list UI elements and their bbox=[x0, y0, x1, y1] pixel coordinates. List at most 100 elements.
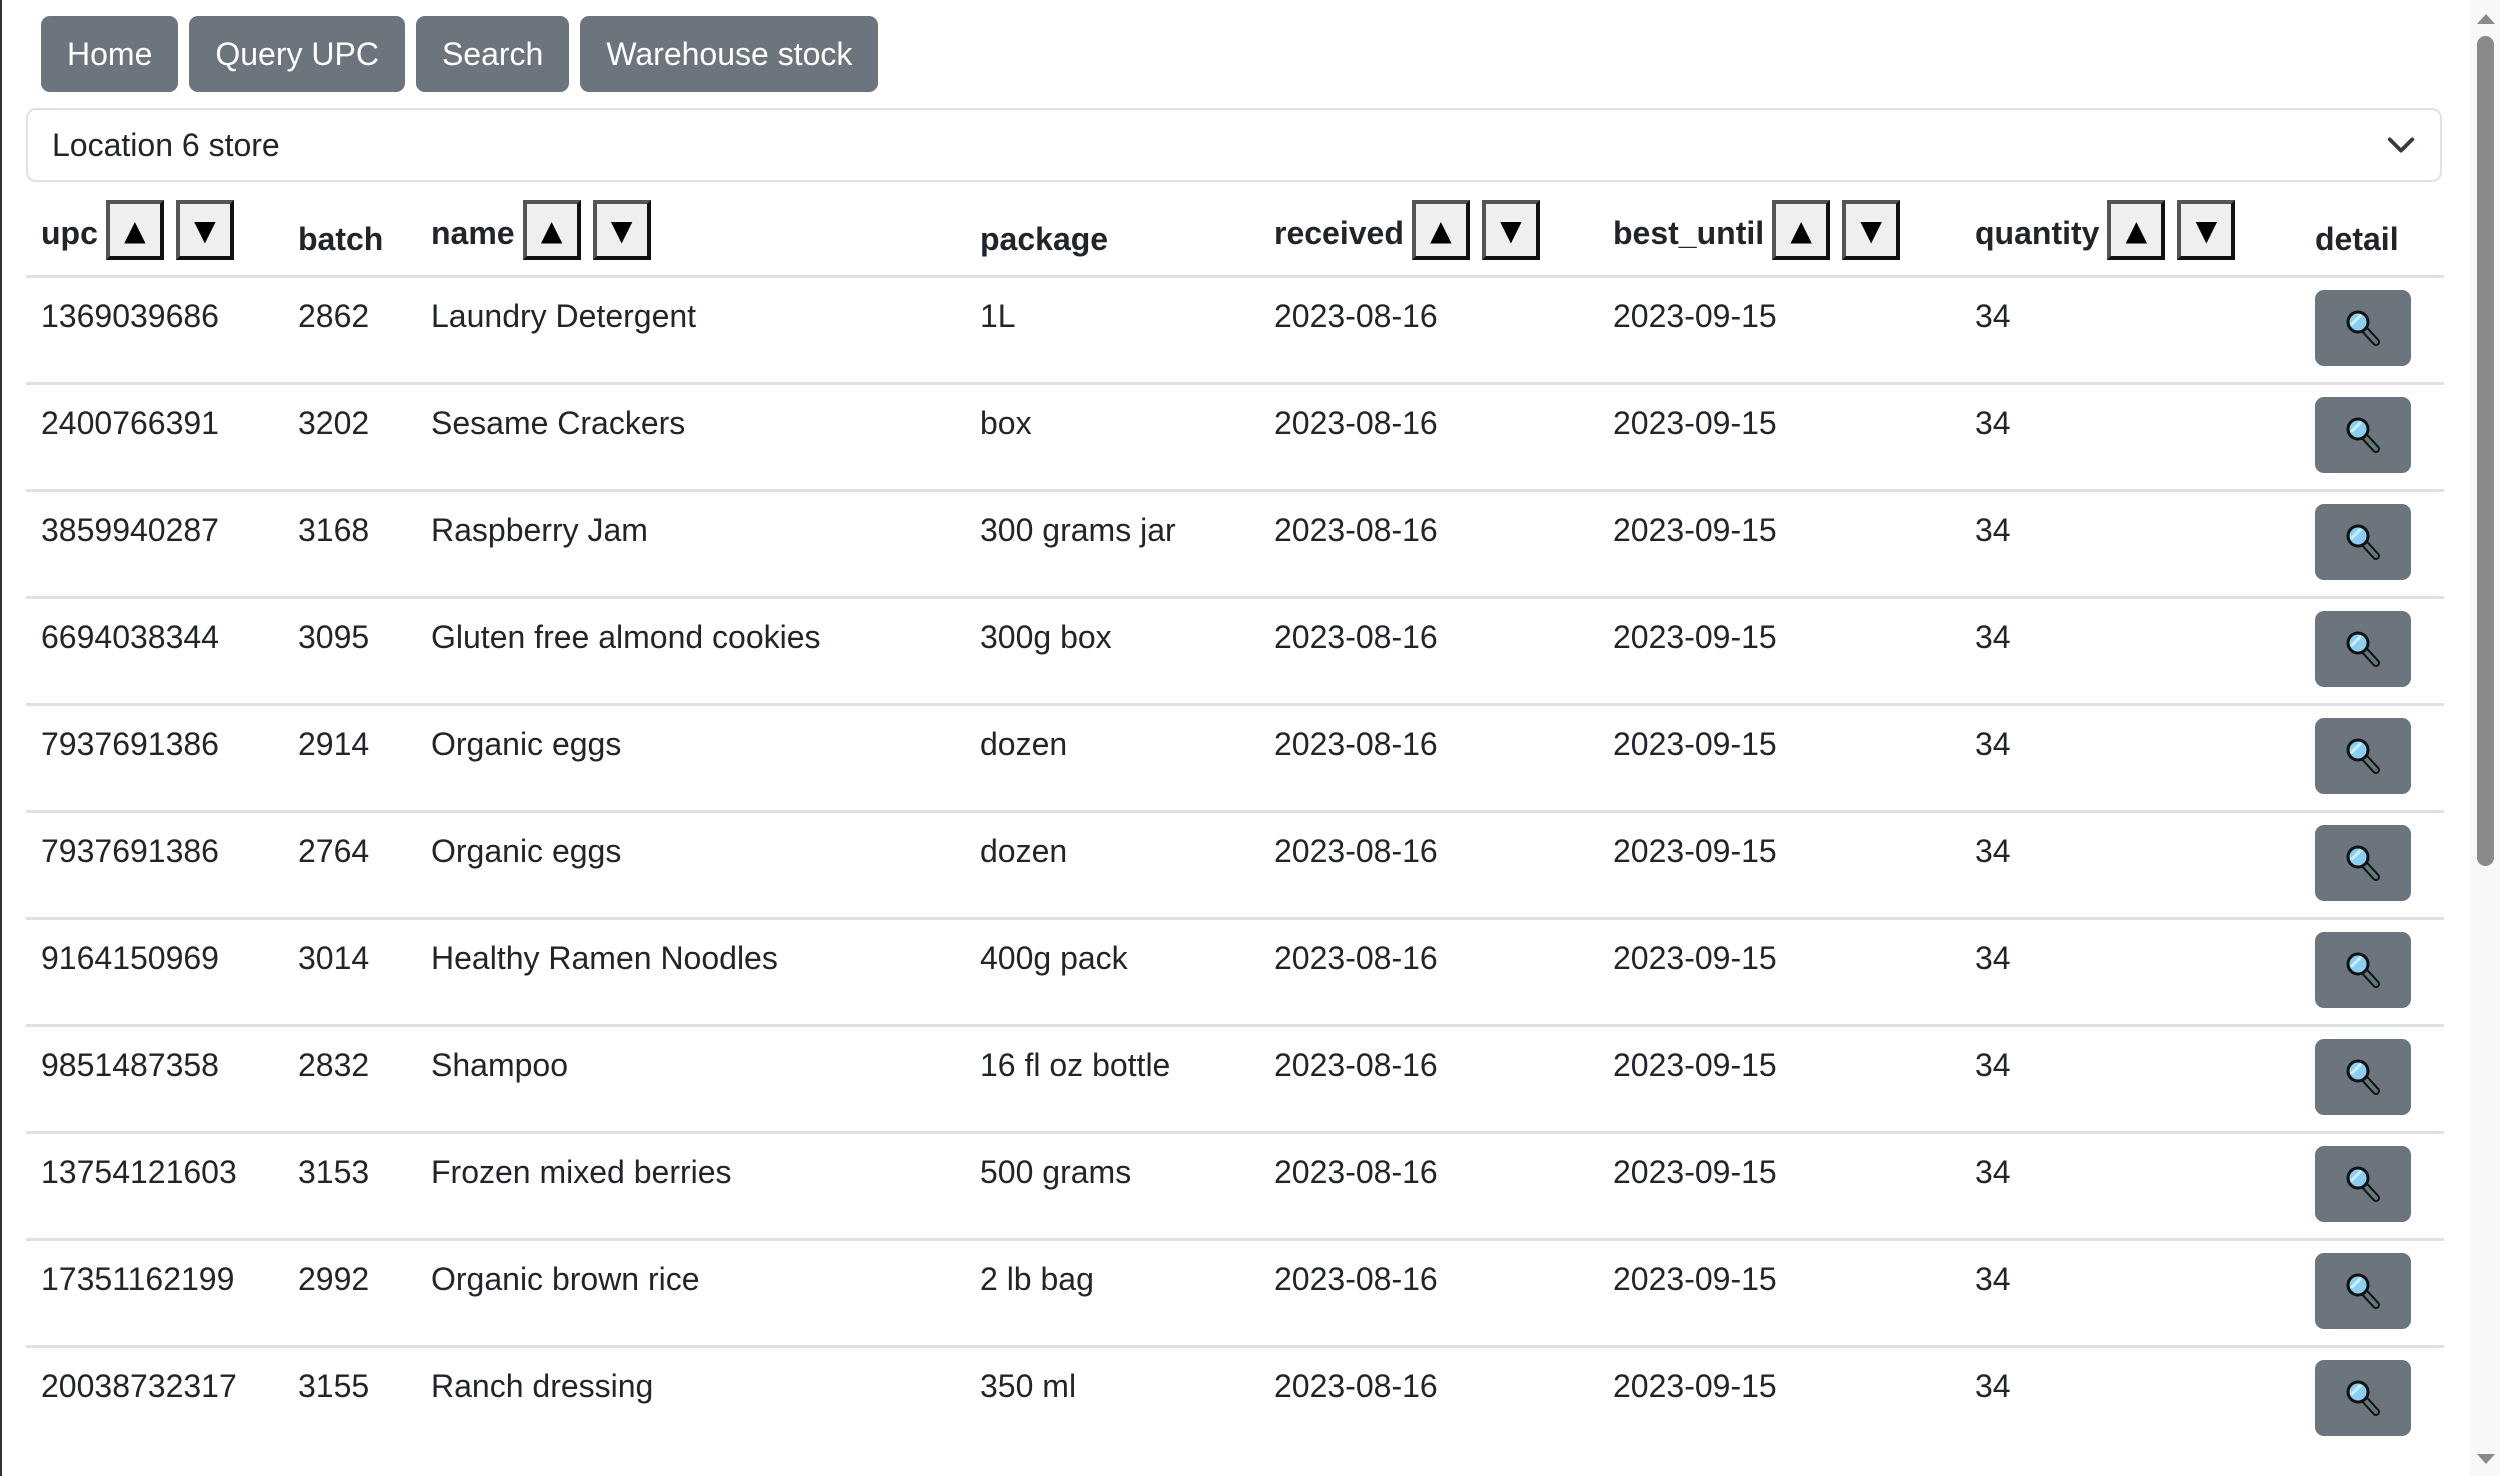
cell-detail bbox=[2300, 1025, 2444, 1134]
cell-name: Organic eggs bbox=[416, 704, 965, 813]
cell-upc: 6694038344 bbox=[26, 597, 283, 706]
magnifying-glass-icon bbox=[2346, 1059, 2380, 1095]
location-select[interactable]: Location 6 store bbox=[26, 108, 2442, 182]
view-detail-button[interactable] bbox=[2315, 1146, 2411, 1222]
window-edge bbox=[0, 0, 2, 1476]
table-row: 9164150969 3014 Healthy Ramen Noodles 400g … bbox=[26, 918, 2444, 1027]
view-detail-button[interactable] bbox=[2315, 718, 2411, 794]
table-row: 3859940287 3168 Raspberry Jam 300 grams jar… bbox=[26, 490, 2444, 599]
table-row: 7937691386 2914 Organic eggs dozen 2023-08-1… bbox=[26, 704, 2444, 813]
cell-name: Shampoo bbox=[416, 1025, 965, 1134]
magnifying-glass-icon bbox=[2346, 1273, 2380, 1309]
magnifying-glass-icon bbox=[2346, 310, 2380, 346]
cell-received: 2023-08-16 bbox=[1259, 1025, 1598, 1134]
column-label: detail bbox=[2315, 220, 2399, 257]
table-row: 7937691386 2764 Organic eggs dozen 2023-08-1… bbox=[26, 811, 2444, 920]
cell-batch: 2862 bbox=[283, 276, 416, 385]
view-detail-button[interactable] bbox=[2315, 825, 2411, 901]
cell-package: 350 ml bbox=[980, 1368, 1077, 1404]
sort-ascending-button[interactable]: ▲ bbox=[105, 200, 164, 260]
cell-batch: 3202 bbox=[283, 383, 416, 492]
search-button[interactable]: Search bbox=[415, 16, 570, 92]
cell-received: 2023-08-16 bbox=[1259, 704, 1598, 813]
vertical-scrollbar[interactable] bbox=[2470, 0, 2500, 1476]
sort-descending-button[interactable]: ▼ bbox=[175, 200, 234, 260]
table-body: 1369039686 2862 Laundry Detergent 1L 2023-08… bbox=[26, 276, 2444, 1454]
sort-ascending-button[interactable]: ▲ bbox=[1411, 200, 1470, 260]
table-row: 1369039686 2862 Laundry Detergent 1L 2023-08… bbox=[26, 276, 2444, 385]
table-row: 13754121603 3153 Frozen mixed berries 500 g… bbox=[26, 1132, 2444, 1241]
column-label: name bbox=[431, 214, 515, 251]
magnifying-glass-icon bbox=[2346, 631, 2380, 667]
query-upc-button[interactable]: Query UPC bbox=[189, 16, 405, 92]
cell-detail bbox=[2300, 490, 2444, 599]
cell-name: Organic eggs bbox=[416, 811, 965, 920]
cell-package: 300 grams jar bbox=[965, 490, 1259, 599]
table-row: 2400766391 3202 Sesame Crackers box 2023-08-… bbox=[26, 383, 2444, 492]
view-detail-button[interactable] bbox=[2315, 1360, 2411, 1436]
scroll-thumb[interactable] bbox=[2477, 36, 2494, 866]
sort-descending-button[interactable]: ▼ bbox=[1481, 200, 1540, 260]
cell-received: 2023-08-16 bbox=[1259, 1132, 1598, 1241]
sort-descending-button[interactable]: ▼ bbox=[592, 200, 651, 260]
column-label: upc bbox=[41, 214, 98, 251]
cell-quantity: 34 bbox=[1960, 383, 2300, 492]
cell-received: 2023-08-16 bbox=[1259, 811, 1598, 920]
cell-detail bbox=[2300, 704, 2444, 813]
cell-name: Frozen mixed berries bbox=[416, 1132, 965, 1241]
cell-batch: 2914 bbox=[283, 704, 416, 813]
magnifying-glass-icon bbox=[2346, 952, 2380, 988]
view-detail-button[interactable] bbox=[2315, 504, 2411, 580]
cell-best-until: 2023-09-15 bbox=[1598, 918, 1960, 1027]
table-row: 17351162199 2992 Organic brown rice 2 lb ba… bbox=[26, 1239, 2444, 1348]
home-button[interactable]: Home bbox=[41, 16, 179, 92]
cell-upc: 7937691386 bbox=[26, 811, 283, 920]
view-detail-button[interactable] bbox=[2315, 1039, 2411, 1115]
cell-batch: 3095 bbox=[283, 597, 416, 706]
cell-batch: 3014 bbox=[283, 918, 416, 1027]
cell-quantity: 34 bbox=[1960, 1132, 2300, 1241]
magnifying-glass-icon bbox=[2346, 417, 2380, 453]
sort-ascending-button[interactable]: ▲ bbox=[2107, 200, 2166, 260]
cell-detail bbox=[2300, 276, 2444, 385]
cell-name: Raspberry Jam bbox=[416, 490, 965, 599]
view-detail-button[interactable] bbox=[2315, 397, 2411, 473]
view-detail-button[interactable] bbox=[2315, 932, 2411, 1008]
cell-upc: 9164150969 bbox=[26, 918, 283, 1027]
cell-quantity: 34 bbox=[1960, 704, 2300, 813]
cell-detail bbox=[2300, 918, 2444, 1027]
sort-ascending-button[interactable]: ▲ bbox=[1772, 200, 1831, 260]
cell-best-until: 2023-09-15 bbox=[1598, 704, 1960, 813]
scroll-up-arrow-icon[interactable] bbox=[2477, 14, 2495, 24]
cell-upc: 7937691386 bbox=[26, 704, 283, 813]
cell-quantity: 34 bbox=[1960, 918, 2300, 1027]
cell-quantity: 34 bbox=[1960, 490, 2300, 599]
cell-name: Laundry Detergent bbox=[416, 276, 965, 385]
sort-descending-button[interactable]: ▼ bbox=[1842, 200, 1901, 260]
cell-best-until: 2023-09-15 bbox=[1598, 811, 1960, 920]
cell-quantity: 34 bbox=[1975, 1368, 2011, 1404]
cell-quantity: 34 bbox=[1960, 1025, 2300, 1134]
cell-detail bbox=[2300, 811, 2444, 920]
sort-ascending-button[interactable]: ▲ bbox=[522, 200, 581, 260]
cell-package: dozen bbox=[965, 704, 1259, 813]
scroll-down-arrow-icon[interactable] bbox=[2477, 1454, 2495, 1464]
cell-received: 2023-08-16 bbox=[1259, 490, 1598, 599]
magnifying-glass-icon bbox=[2346, 1380, 2380, 1416]
warehouse-stock-button[interactable]: Warehouse stock bbox=[580, 16, 879, 92]
cell-detail bbox=[2300, 383, 2444, 492]
cell-upc: 13754121603 bbox=[26, 1132, 283, 1241]
view-detail-button[interactable] bbox=[2315, 611, 2411, 687]
top-nav: Home Query UPC Search Warehouse stock bbox=[41, 16, 879, 92]
magnifying-glass-icon bbox=[2346, 524, 2380, 560]
cell-best-until: 2023-09-15 bbox=[1598, 1132, 1960, 1241]
cell-name: Gluten free almond cookies bbox=[416, 597, 965, 706]
cell-upc: 3859940287 bbox=[26, 490, 283, 599]
view-detail-button[interactable] bbox=[2315, 290, 2411, 366]
view-detail-button[interactable] bbox=[2315, 1253, 2411, 1329]
cell-batch: 3153 bbox=[283, 1132, 416, 1241]
cell-best-until: 2023-09-15 bbox=[1598, 1239, 1960, 1348]
cell-received: 2023-08-16 bbox=[1274, 1368, 1438, 1404]
sort-descending-button[interactable]: ▼ bbox=[2177, 200, 2236, 260]
cell-package: 300g box bbox=[965, 597, 1259, 706]
